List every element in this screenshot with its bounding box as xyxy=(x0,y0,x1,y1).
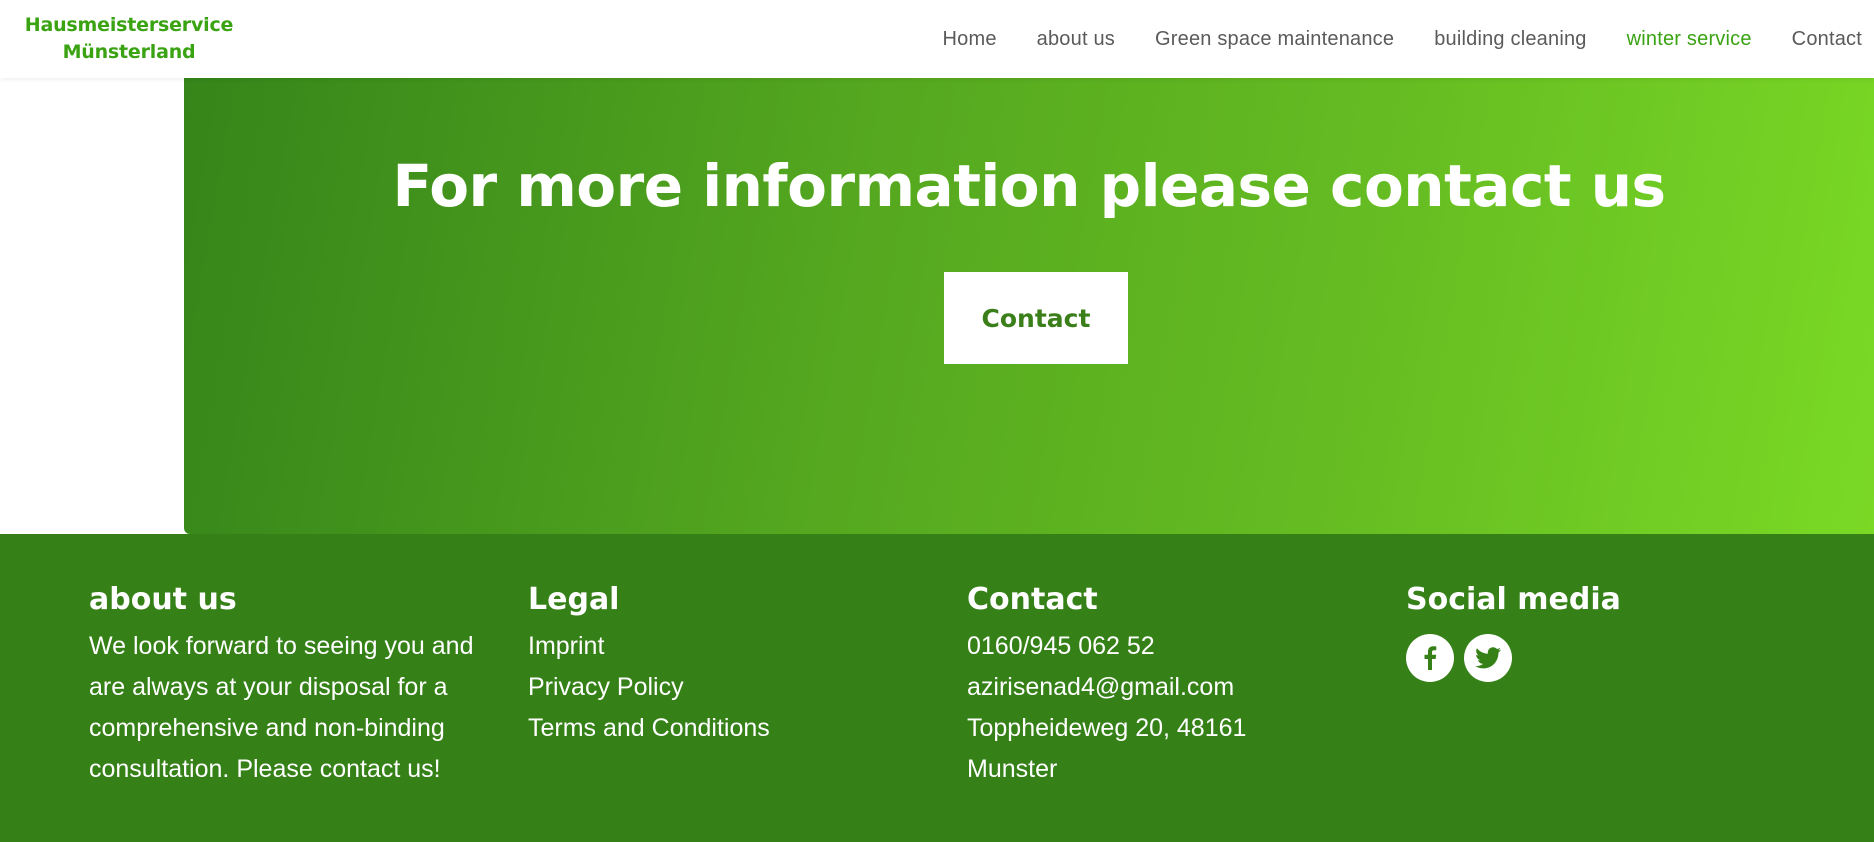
main-nav: Home about us Green space maintenance bu… xyxy=(943,0,1874,78)
footer-address-line-1: Toppheideweg 20, 48161 xyxy=(967,714,1247,742)
footer-link-imprint[interactable]: Imprint xyxy=(528,626,928,667)
nav-contact[interactable]: Contact xyxy=(1792,28,1862,51)
footer-about-text: We look forward to seeing you and are al… xyxy=(89,632,474,783)
footer-social: Social media xyxy=(1406,580,1806,682)
logo-line-1: Hausmeisterservice xyxy=(24,14,234,36)
cta-hero: For more information please contact us C… xyxy=(184,78,1874,534)
footer-legal-heading: Legal xyxy=(528,582,620,617)
footer-link-privacy-policy[interactable]: Privacy Policy xyxy=(528,667,928,708)
nav-about-us[interactable]: about us xyxy=(1037,28,1115,51)
nav-building-cleaning[interactable]: building cleaning xyxy=(1434,28,1586,51)
site-footer: about us We look forward to seeing you a… xyxy=(0,534,1874,842)
hero-title: For more information please contact us xyxy=(392,152,1666,220)
footer-email[interactable]: azirisenad4@gmail.com xyxy=(967,667,1367,708)
footer-about: about us We look forward to seeing you a… xyxy=(89,580,489,790)
social-links xyxy=(1406,634,1806,682)
site-header: Hausmeisterservice Münsterland Home abou… xyxy=(0,0,1874,78)
facebook-icon[interactable] xyxy=(1406,634,1454,682)
footer-about-heading: about us xyxy=(89,582,237,617)
site-logo[interactable]: Hausmeisterservice Münsterland xyxy=(24,12,234,66)
footer-legal: Legal Imprint Privacy Policy Terms and C… xyxy=(528,580,928,749)
footer-social-heading: Social media xyxy=(1406,582,1621,617)
footer-address-line-2: Munster xyxy=(967,755,1058,783)
footer-phone[interactable]: 0160/945 062 52 xyxy=(967,626,1367,667)
nav-home[interactable]: Home xyxy=(943,28,997,51)
nav-green-space-maintenance[interactable]: Green space maintenance xyxy=(1155,28,1394,51)
nav-winter-service[interactable]: winter service xyxy=(1627,28,1752,51)
contact-button[interactable]: Contact xyxy=(944,272,1128,364)
footer-contact-heading: Contact xyxy=(967,582,1098,617)
footer-contact: Contact 0160/945 062 52 azirisenad4@gmai… xyxy=(967,580,1367,790)
twitter-icon[interactable] xyxy=(1464,634,1512,682)
footer-link-terms[interactable]: Terms and Conditions xyxy=(528,708,928,749)
logo-line-2: Münsterland xyxy=(62,41,196,63)
